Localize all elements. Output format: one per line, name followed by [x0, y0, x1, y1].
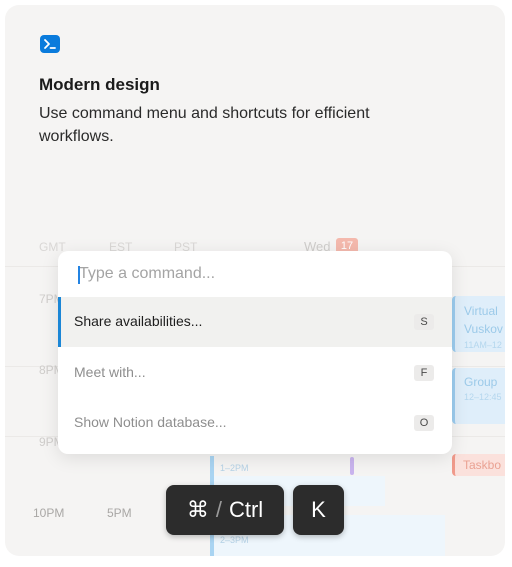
- shortcut-modifier-key: ⌘ / Ctrl: [166, 485, 284, 535]
- command-item-share-availabilities[interactable]: Share availabilities... S: [58, 297, 452, 347]
- event-title: Virtual: [464, 304, 498, 318]
- event-title: Taskbo: [463, 458, 502, 472]
- command-item-show-notion-database[interactable]: Show Notion database... O: [58, 398, 452, 448]
- calendar-event-marker: [350, 457, 354, 475]
- command-item-label: Meet with...: [74, 364, 146, 380]
- command-search-input[interactable]: [58, 251, 452, 297]
- shortcut-key: K: [293, 485, 344, 535]
- time-label: 10PM: [33, 506, 65, 520]
- text-caret: [78, 266, 80, 284]
- command-shortcut-key: S: [414, 314, 434, 330]
- event-time: 12–12:45: [464, 392, 502, 402]
- calendar-event: Taskbo: [452, 454, 505, 476]
- command-shortcut-key: F: [414, 365, 434, 381]
- feature-description: Use command menu and shortcuts for effic…: [39, 105, 370, 145]
- shortcut-separator: /: [215, 497, 222, 522]
- event-time: 2–3PM: [220, 535, 249, 545]
- command-menu: Share availabilities... S Meet with... F…: [58, 251, 452, 454]
- shortcut-modifier-text: Ctrl: [228, 497, 264, 522]
- event-title: Vuskov: [464, 322, 503, 336]
- feature-title: Modern design: [39, 75, 160, 94]
- command-shortcut-key: O: [414, 415, 434, 431]
- command-item-meet-with[interactable]: Meet with... F: [58, 348, 452, 398]
- event-title: Group: [464, 375, 498, 389]
- terminal-icon: [40, 35, 60, 53]
- command-item-label: Share availabilities...: [74, 313, 203, 329]
- command-item-label: Show Notion database...: [74, 414, 227, 430]
- time-label: 5PM: [107, 506, 132, 520]
- event-time: 1–2PM: [220, 463, 249, 473]
- command-key-icon: ⌘: [186, 497, 209, 522]
- event-time: 11AM–12: [464, 340, 502, 350]
